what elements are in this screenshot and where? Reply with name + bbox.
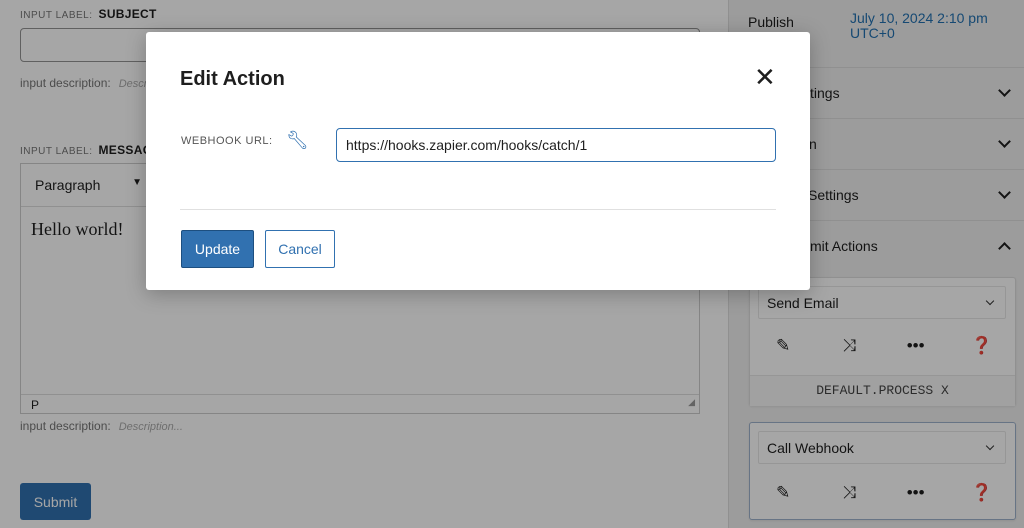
webhook-url-label: WEBHOOK URL: bbox=[181, 135, 273, 147]
edit-action-modal: Edit Action ✕ WEBHOOK URL: 🔧︎ https://ho… bbox=[146, 32, 810, 290]
divider bbox=[180, 209, 776, 210]
update-button[interactable]: Update bbox=[181, 230, 254, 268]
close-icon[interactable]: ✕ bbox=[754, 62, 776, 93]
webhook-url-input[interactable]: https://hooks.zapier.com/hooks/catch/1 bbox=[336, 128, 776, 162]
wrench-icon: 🔧︎ bbox=[286, 130, 309, 150]
cancel-button[interactable]: Cancel bbox=[265, 230, 335, 268]
modal-title: Edit Action bbox=[180, 68, 285, 90]
